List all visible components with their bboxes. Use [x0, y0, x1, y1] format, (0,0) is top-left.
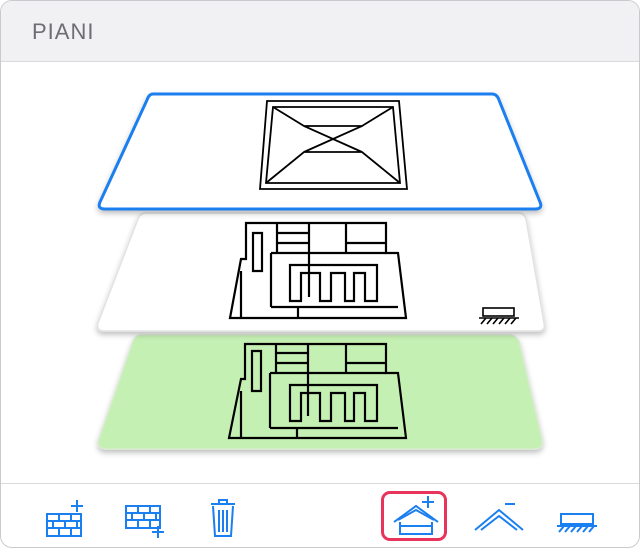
remove-roof-button[interactable]	[471, 492, 541, 544]
floor-stack	[96, 92, 546, 450]
floors-toolbar	[1, 483, 639, 547]
floor-card-roof[interactable]	[97, 92, 543, 211]
add-floor-below-button[interactable]	[122, 492, 192, 544]
roof-minus-icon	[474, 503, 524, 531]
brick-wall-plus-top-icon	[46, 500, 83, 537]
house-plus-icon	[393, 496, 439, 535]
delete-floor-button[interactable]	[201, 492, 271, 544]
trash-icon	[211, 499, 235, 537]
foundation-button[interactable]	[553, 492, 623, 544]
foundation-ground-icon	[557, 513, 597, 533]
add-roof-button[interactable]	[381, 491, 452, 544]
floor-card-ground[interactable]	[97, 334, 544, 450]
floor-card-upper[interactable]	[96, 212, 546, 332]
add-floor-above-button[interactable]	[41, 492, 111, 544]
brick-wall-plus-bottom-icon	[125, 505, 164, 538]
floors-panel: PIANI	[0, 0, 640, 548]
